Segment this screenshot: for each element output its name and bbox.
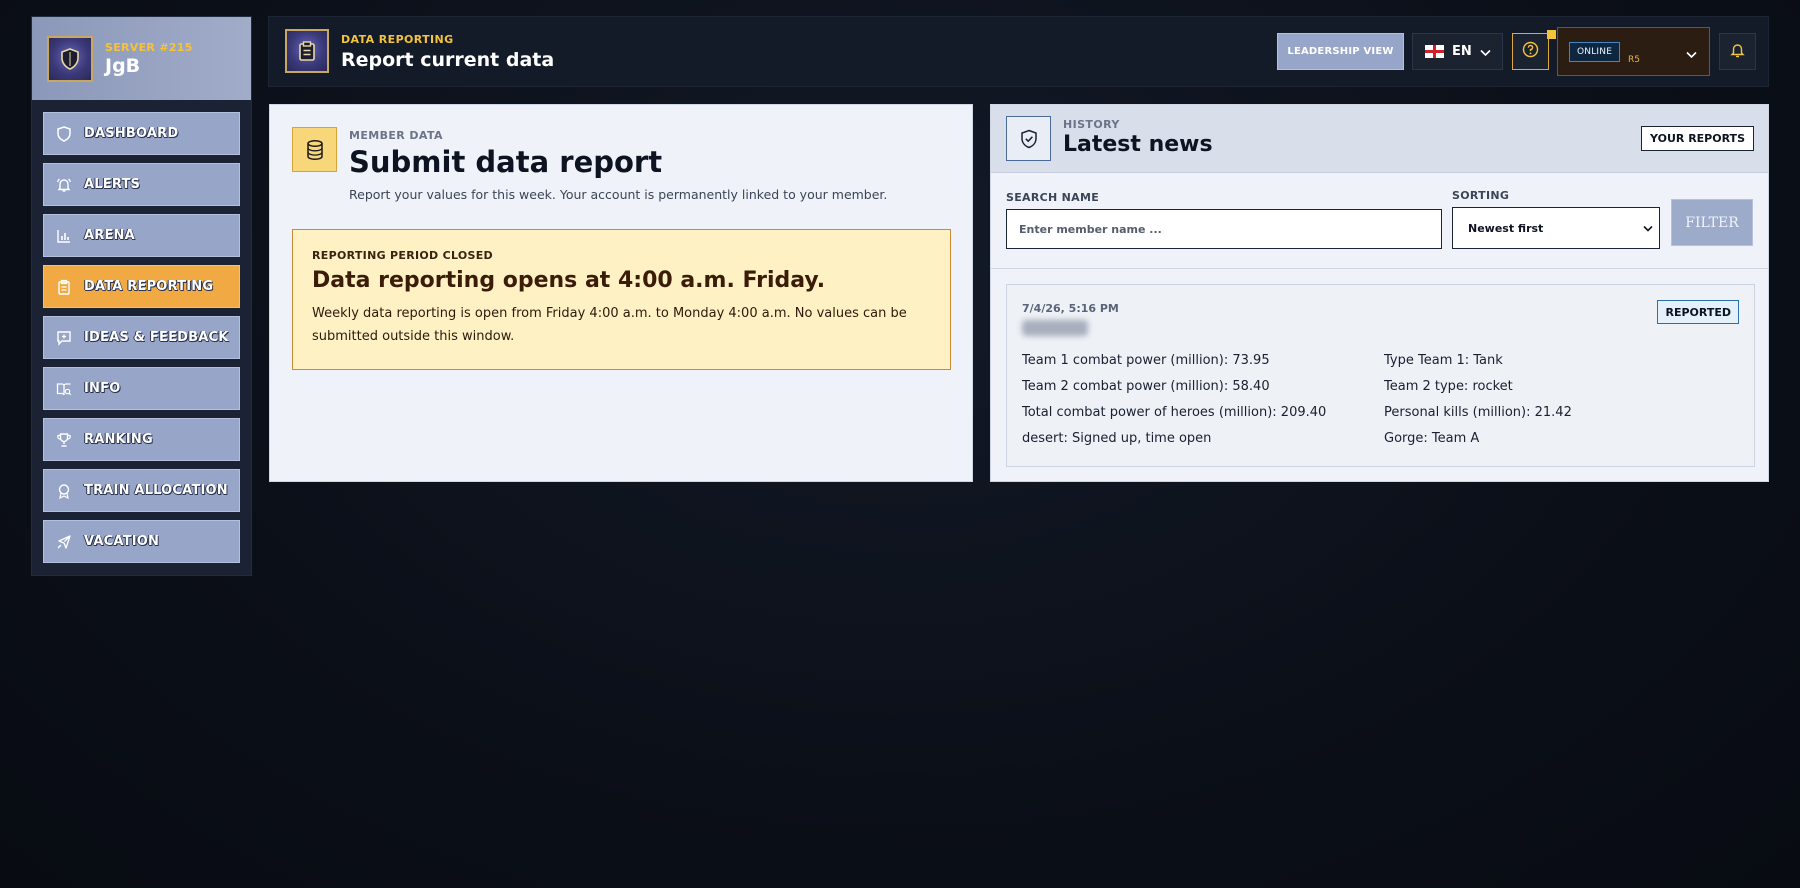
language-label: EN [1452, 44, 1472, 59]
card-title: Latest news [1063, 132, 1213, 157]
shield-badge-icon [47, 35, 93, 82]
history-header: HISTORY Latest news YOUR REPORTS [991, 105, 1768, 173]
card-eyebrow: HISTORY [1063, 118, 1120, 131]
search-label: SEARCH NAME [1006, 191, 1100, 204]
chevron-down-icon [1480, 42, 1491, 61]
message-plus-icon [56, 330, 72, 346]
sidebar-item-label: IDEAS & FEEDBACK [84, 330, 229, 345]
search-input[interactable] [1006, 209, 1442, 249]
plane-icon [56, 534, 72, 550]
report-field: Gorge: Team A [1384, 431, 1480, 446]
card-title: Submit data report [349, 145, 663, 179]
database-icon [292, 127, 337, 172]
history-filters: SEARCH NAME SORTING Newest first FILTER [1006, 189, 1755, 249]
submit-report-card: MEMBER DATA Submit data report Report yo… [269, 104, 973, 482]
sidebar-item-label: ARENA [84, 228, 135, 243]
help-button[interactable] [1512, 30, 1556, 70]
sorting-value: Newest first [1468, 221, 1544, 235]
account-status-menu[interactable]: ONLINE R5 [1557, 27, 1710, 76]
shield-check-icon [1006, 116, 1051, 161]
divider [991, 268, 1768, 269]
sorting-label: SORTING [1452, 189, 1510, 202]
sidebar-item-ranking[interactable]: RANKING [43, 418, 240, 461]
book-open-icon [56, 381, 72, 397]
sidebar-item-arena[interactable]: ARENA [43, 214, 240, 257]
sidebar-item-ideas-feedback[interactable]: IDEAS & FEEDBACK [43, 316, 240, 359]
sidebar-item-label: INFO [84, 381, 121, 396]
sidebar-item-train-allocation[interactable]: TRAIN ALLOCATION [43, 469, 240, 512]
sidebar-item-label: RANKING [84, 432, 153, 447]
top-bar: DATA REPORTING Report current data LEADE… [268, 16, 1769, 87]
language-selector[interactable]: EN [1412, 33, 1503, 70]
notifications-button[interactable] [1719, 33, 1756, 70]
notice-title: Data reporting opens at 4:00 a.m. Friday… [312, 268, 826, 293]
sidebar-item-label: TRAIN ALLOCATION [84, 483, 228, 498]
report-field: Team 1 combat power (million): 73.95 [1022, 353, 1270, 368]
medal-icon [56, 483, 72, 499]
reporting-closed-notice: REPORTING PERIOD CLOSED Data reporting o… [292, 229, 951, 370]
history-card: HISTORY Latest news YOUR REPORTS SEARCH … [990, 104, 1769, 482]
trophy-icon [56, 432, 72, 448]
sidebar-item-info[interactable]: INFO [43, 367, 240, 410]
shield-icon [56, 125, 72, 142]
report-field: Type Team 1: Tank [1384, 353, 1503, 368]
report-field: Team 2 combat power (million): 58.40 [1022, 379, 1270, 394]
bell-icon [1730, 42, 1745, 62]
clipboard-icon [56, 279, 72, 295]
bar-chart-icon [56, 228, 72, 244]
server-brand[interactable]: SERVER #215 JgB [32, 17, 251, 100]
notice-eyebrow: REPORTING PERIOD CLOSED [312, 249, 493, 262]
notification-dot [1547, 30, 1556, 39]
report-timestamp: 7/4/26, 5:16 PM [1022, 302, 1119, 315]
bell-ring-icon [56, 177, 72, 193]
rank-label: R5 [1628, 55, 1640, 65]
sidebar-nav: DASHBOARD ALERTS ARENA DATA REPORTING ID… [32, 100, 251, 563]
chevron-down-icon [1643, 223, 1653, 236]
sidebar-item-label: VACATION [84, 534, 160, 549]
status-badge: ONLINE [1569, 41, 1621, 62]
your-reports-button[interactable]: YOUR REPORTS [1641, 126, 1754, 151]
card-eyebrow: MEMBER DATA [349, 129, 443, 142]
report-fields: Team 1 combat power (million): 73.95 Typ… [1022, 353, 1742, 448]
blurred-member-name [1022, 320, 1088, 336]
report-field: Team 2 type: rocket [1384, 379, 1513, 394]
help-circle-icon [1522, 41, 1539, 62]
england-flag-icon [1425, 45, 1444, 58]
filter-button[interactable]: FILTER [1671, 199, 1753, 246]
sidebar-item-label: DASHBOARD [84, 126, 179, 141]
report-field: Personal kills (million): 21.42 [1384, 405, 1572, 420]
chevron-down-icon [1686, 44, 1697, 63]
sidebar-item-vacation[interactable]: VACATION [43, 520, 240, 563]
sorting-select[interactable]: Newest first [1452, 207, 1660, 249]
clipboard-badge-icon [285, 29, 329, 73]
notice-text: Weekly data reporting is open from Frida… [312, 306, 907, 344]
sidebar-item-label: ALERTS [84, 177, 141, 192]
sidebar-item-alerts[interactable]: ALERTS [43, 163, 240, 206]
report-field: Total combat power of heroes (million): … [1022, 405, 1327, 420]
page-eyebrow: DATA REPORTING [341, 33, 454, 46]
sidebar-item-label: DATA REPORTING [84, 279, 214, 294]
page-title: Report current data [341, 49, 555, 71]
sidebar: SERVER #215 JgB DASHBOARD ALERTS ARENA D… [31, 16, 252, 576]
sidebar-item-dashboard[interactable]: DASHBOARD [43, 112, 240, 155]
report-entry: 7/4/26, 5:16 PM REPORTED Team 1 combat p… [1006, 284, 1755, 467]
sidebar-item-data-reporting[interactable]: DATA REPORTING [43, 265, 240, 308]
server-number: SERVER #215 [105, 40, 193, 54]
server-name: JgB [105, 54, 141, 77]
card-subtitle: Report your values for this week. Your a… [349, 187, 888, 202]
status-badge: REPORTED [1657, 300, 1739, 324]
report-field: desert: Signed up, time open [1022, 431, 1212, 446]
leadership-view-button[interactable]: LEADERSHIP VIEW [1277, 33, 1404, 70]
